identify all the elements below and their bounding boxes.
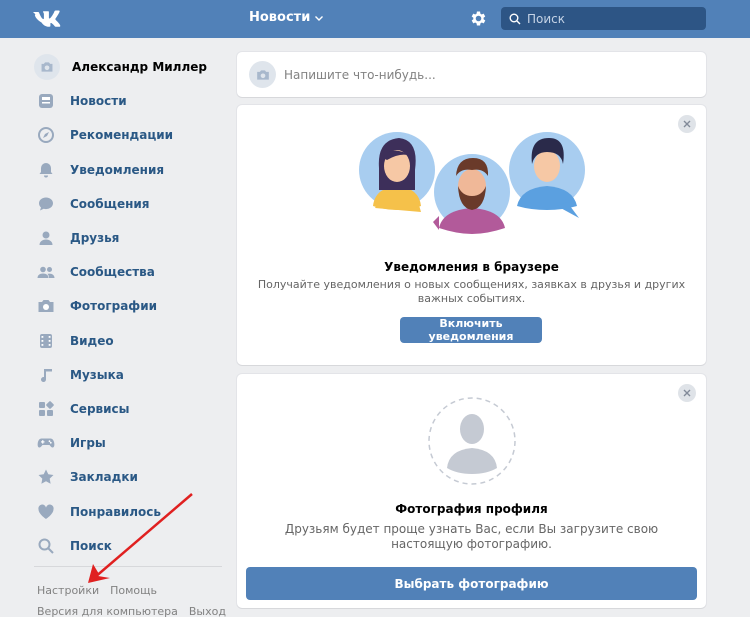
logout-link[interactable]: Выход <box>189 605 226 617</box>
sidebar-item-games[interactable]: Игры <box>34 426 224 460</box>
sidebar-item-search[interactable]: Поиск <box>34 529 224 563</box>
sidebar-item-label: Уведомления <box>70 162 165 177</box>
sidebar-item-messages[interactable]: Сообщения <box>34 187 224 221</box>
search-icon <box>38 538 54 554</box>
sidebar-item-notifications[interactable]: Уведомления <box>34 153 224 187</box>
sidebar-item-label: Понравилось <box>70 504 162 519</box>
sidebar-item-communities[interactable]: Сообщества <box>34 255 224 289</box>
sidebar-item-label: Видео <box>70 333 114 348</box>
compass-icon <box>38 127 54 144</box>
sidebar-item-label: Новости <box>70 94 127 109</box>
desktop-version-link[interactable]: Версия для компьютера <box>37 605 178 617</box>
heart-icon <box>38 504 54 519</box>
search-input[interactable] <box>527 11 697 26</box>
chevron-down-icon <box>315 15 324 21</box>
sidebar-item-label: Сервисы <box>70 401 130 416</box>
left-sidebar: Александр Миллер Новости Рекомендации Ув… <box>34 50 224 563</box>
camera-icon <box>256 69 269 80</box>
sidebar-footer-links: Настройки Помощь Версия для компьютера Вых… <box>37 580 237 617</box>
sidebar-item-profile[interactable]: Александр Миллер <box>34 50 224 84</box>
card-title: Фотография профиля <box>395 502 548 516</box>
sidebar-item-label: Игры <box>70 436 106 451</box>
grid-icon <box>39 401 54 416</box>
sidebar-item-music[interactable]: Музыка <box>34 358 224 392</box>
camera-icon <box>41 62 53 72</box>
sidebar-item-label: Сообщения <box>70 196 150 211</box>
chat-icon <box>39 197 53 211</box>
choose-photo-button[interactable]: Выбрать фотографию <box>246 567 697 600</box>
camera-icon <box>38 300 54 313</box>
sidebar-item-label: Рекомендации <box>70 128 174 143</box>
avatar <box>34 54 60 81</box>
people-illustration-icon <box>359 132 585 234</box>
gamepad-icon <box>37 438 55 448</box>
card-description: Друзьям будет проще узнать Вас, если Вы … <box>284 522 659 551</box>
sidebar-divider <box>34 566 222 567</box>
close-button[interactable] <box>678 115 696 133</box>
compose-post-box[interactable]: Напишите что-нибудь... <box>237 52 706 97</box>
compose-placeholder: Напишите что-нибудь... <box>284 67 436 82</box>
bell-icon <box>39 162 53 178</box>
sidebar-item-services[interactable]: Сервисы <box>34 392 224 426</box>
avatar-placeholder-icon <box>428 397 516 485</box>
sidebar-item-label: Закладки <box>70 470 138 485</box>
enable-notifications-button[interactable]: Включить уведомления <box>400 317 542 343</box>
search-icon <box>509 13 521 24</box>
avatar <box>249 61 276 88</box>
close-icon <box>683 389 691 397</box>
nav-title-label: Новости <box>249 10 311 25</box>
nav-title-dropdown[interactable]: Новости <box>249 10 324 25</box>
sidebar-item-label: Друзья <box>70 231 120 246</box>
search-box[interactable] <box>501 7 706 30</box>
sidebar-item-friends[interactable]: Друзья <box>34 221 224 255</box>
news-icon <box>39 94 53 109</box>
person-icon <box>39 231 53 246</box>
sidebar-item-bookmarks[interactable]: Закладки <box>34 460 224 494</box>
top-header: Новости <box>0 0 750 38</box>
sidebar-item-news[interactable]: Новости <box>34 84 224 118</box>
music-icon <box>41 368 52 382</box>
sidebar-item-label: Музыка <box>70 367 124 382</box>
star-icon <box>38 469 54 485</box>
help-link[interactable]: Помощь <box>110 584 157 597</box>
sidebar-item-video[interactable]: Видео <box>34 324 224 358</box>
sidebar-item-label: Фотографии <box>70 299 158 314</box>
browser-notifications-card: Уведомления в браузере Получайте уведомл… <box>237 105 706 365</box>
close-button[interactable] <box>678 384 696 402</box>
settings-link[interactable]: Настройки <box>37 584 99 597</box>
sidebar-item-photos[interactable]: Фотографии <box>34 289 224 323</box>
group-icon <box>37 266 55 279</box>
sidebar-item-label: Сообщества <box>70 265 155 280</box>
gear-icon[interactable] <box>469 9 488 28</box>
sidebar-item-recommendations[interactable]: Рекомендации <box>34 118 224 152</box>
card-description: Получайте уведомления о новых сообщениях… <box>257 278 686 305</box>
vk-logo-icon[interactable] <box>33 9 63 29</box>
profile-photo-card: Фотография профиля Друзьям будет проще у… <box>237 374 706 608</box>
close-icon <box>683 120 691 128</box>
profile-name: Александр Миллер <box>72 60 207 75</box>
sidebar-item-liked[interactable]: Понравилось <box>34 494 224 528</box>
film-icon <box>40 333 52 348</box>
card-title: Уведомления в браузере <box>384 260 559 274</box>
sidebar-item-label: Поиск <box>70 538 112 553</box>
